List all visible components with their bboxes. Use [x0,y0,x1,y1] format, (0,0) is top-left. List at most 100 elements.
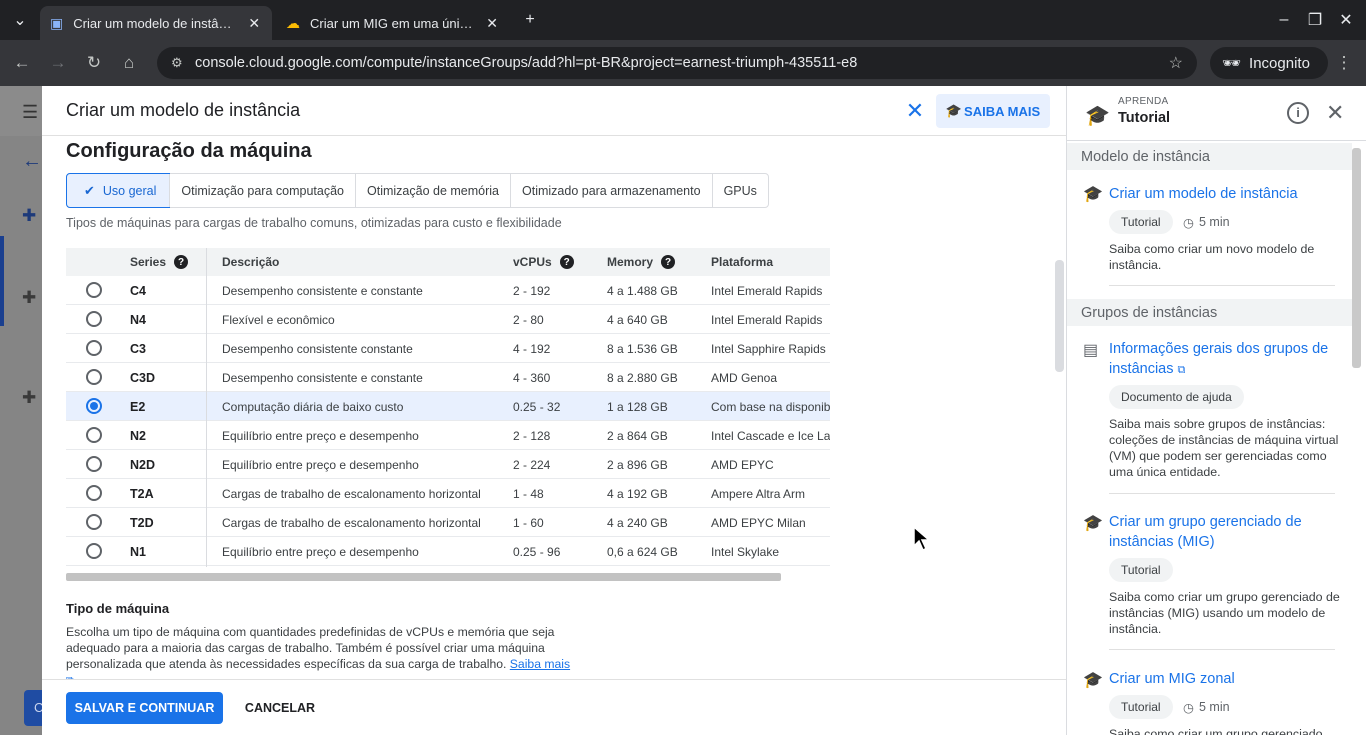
panel-scrollbar[interactable] [1352,148,1361,368]
instance-template-icon[interactable]: ✚ [22,288,40,307]
tab-label: Otimização de memória [367,183,499,198]
table-row[interactable]: N1 Equilíbrio entre preço e desempenho 0.2… [66,537,830,566]
cancel-button[interactable]: CANCELAR [238,692,322,724]
series-radio[interactable] [86,369,102,385]
url-bar[interactable]: ⚙ console.cloud.google.com/compute/insta… [157,47,1197,79]
site-info-icon[interactable]: ⚙ [171,55,187,71]
browser-tab-active[interactable]: ▣ Criar um modelo de instância ✕ [40,6,272,40]
bookmark-star-icon[interactable]: ☆ [1169,53,1183,73]
close-tab-icon[interactable]: ✕ [484,15,500,32]
reload-icon[interactable]: ↻ [82,51,106,75]
tab-compute-optimized[interactable]: Otimização para computação [169,174,355,207]
cell-memory: 4 a 192 GB [607,487,668,501]
browser-tab[interactable]: ☁ Criar um MIG em uma única zona ✕ [276,6,510,40]
help-icon[interactable]: ? [174,255,189,269]
series-radio[interactable] [86,311,102,327]
tab-title: Criar um MIG em uma única zona [310,15,476,31]
instance-group-icon[interactable]: ✚ [22,206,40,225]
table-row[interactable]: T2A Cargas de trabalho de escalonamento h… [66,479,830,508]
series-radio[interactable] [86,456,102,472]
back-arrow-icon[interactable]: ← [10,51,34,75]
tab-gpus[interactable]: GPUs [711,174,768,207]
family-description: Tipos de máquinas para cargas de trabalh… [66,216,562,230]
table-horizontal-scrollbar[interactable] [66,573,781,581]
tutorial-link[interactable]: Criar um modelo de instância [1109,184,1339,204]
console-sidebar-dimmed: ← ✚ ✚ ✚ [0,136,42,735]
item-description: Saiba como criar um grupo gerenciado [1109,727,1323,735]
home-icon[interactable]: ⌂ [117,51,141,75]
dialog-scrollbar[interactable] [1055,260,1064,372]
clock-icon: ◷ [1183,216,1194,230]
close-panel-icon[interactable]: ✕ [1326,100,1344,126]
forward-arrow-icon[interactable]: → [46,51,70,75]
new-tab-icon[interactable]: + [518,8,542,32]
divider [1109,285,1335,286]
header-label: Descrição [222,255,280,269]
cell-memory: 2 a 864 GB [607,429,668,443]
tab-search-icon[interactable]: ⌄ [8,8,32,32]
series-radio[interactable] [86,282,102,298]
incognito-badge[interactable]: 🕶 Incognito [1210,47,1328,79]
machine-family-tabs: ✔ Uso geral Otimização para computação O… [66,173,769,208]
panel-label: APRENDA [1118,96,1169,107]
close-window-icon[interactable]: ✕ [1334,8,1358,32]
table-row[interactable]: N2 Equilíbrio entre preço e desempenho 2 -… [66,421,830,450]
url-text: console.cloud.google.com/compute/instanc… [195,55,858,71]
cell-platform: AMD EPYC Milan [711,516,806,530]
cell-vcpus: 1 - 48 [513,487,544,501]
series-name: C3D [130,371,156,385]
table-row[interactable]: E2 Computação diária de baixo custo 0.25 -… [66,392,830,421]
cell-vcpus: 2 - 80 [513,313,544,327]
back-arrow-icon[interactable]: ← [22,150,42,172]
tab-storage-optimized[interactable]: Otimizado para armazenamento [510,174,712,207]
series-radio[interactable] [86,543,102,559]
doc-link[interactable]: Informações gerais dos grupos de instânc… [1109,339,1339,380]
info-icon[interactable]: i [1287,102,1309,124]
cell-memory: 4 a 640 GB [607,313,668,327]
table-row[interactable]: T2D Cargas de trabalho de escalonamento h… [66,508,830,537]
col-vcpus: vCPUs ? [513,255,574,269]
doc-link-label: Informações gerais dos grupos de instânc… [1109,341,1329,377]
help-icon[interactable]: ? [559,255,574,269]
series-radio[interactable] [86,398,102,414]
table-row[interactable]: C3D Desempenho consistente e constante 4 -… [66,363,830,392]
maximize-icon[interactable]: ❐ [1303,8,1327,32]
table-row[interactable]: C3 Desempenho consistente constante 4 - 19… [66,334,830,363]
series-name: T2A [130,487,154,501]
series-radio[interactable] [86,340,102,356]
series-radio[interactable] [86,485,102,501]
external-link-icon: ⧉ [1177,364,1186,376]
cell-vcpus: 2 - 128 [513,429,551,443]
browser-tab-bar: ⌄ ▣ Criar um modelo de instância ✕ ☁ Cri… [0,0,1366,40]
learn-more-link[interactable]: Saiba mais [510,657,570,671]
tab-general-purpose[interactable]: ✔ Uso geral [66,173,171,208]
hamburger-menu-icon[interactable]: ☰ [22,102,38,123]
tab-memory-optimized[interactable]: Otimização de memória [355,174,510,207]
series-radio[interactable] [86,514,102,530]
cell-platform: Com base na disponibilidade [711,400,830,414]
tutorial-link[interactable]: Criar um MIG zonal [1109,669,1339,689]
cell-description: Equilíbrio entre preço e desempenho [222,458,419,472]
incognito-label: Incognito [1249,54,1310,72]
series-name: E2 [130,400,146,414]
browser-menu-icon[interactable]: ⋮ [1332,51,1356,75]
dialog-title: Criar um modelo de instância [66,100,301,120]
learn-more-button[interactable]: 🎓 SAIBA MAIS [936,94,1050,128]
series-radio[interactable] [86,427,102,443]
help-icon[interactable]: ? [661,255,676,269]
table-row[interactable]: N4 Flexível e econômico 2 - 80 4 a 640 GB In… [66,305,830,334]
minimize-icon[interactable]: – [1272,8,1296,32]
header-label: Series [130,255,167,269]
close-tab-icon[interactable]: ✕ [246,15,262,32]
close-dialog-icon[interactable]: ✕ [904,100,926,122]
cell-description: Equilíbrio entre preço e desempenho [222,429,419,443]
address-bar-row: ← → ↻ ⌂ ⚙ console.cloud.google.com/compu… [0,40,1366,86]
dialog-header: Criar um modelo de instância ✕ 🎓 SAIBA M… [42,86,1066,136]
tutorial-link[interactable]: Criar um grupo gerenciado de instâncias … [1109,512,1339,552]
save-and-continue-button[interactable]: SALVAR E CONTINUAR [66,692,223,724]
divider [1109,649,1335,650]
table-row[interactable]: N2D Equilíbrio entre preço e desempenho 2 … [66,450,830,479]
table-row[interactable]: C4 Desempenho consistente e constante 2 - … [66,276,830,305]
incognito-icon: 🕶 [1222,55,1242,72]
sole-tenant-icon[interactable]: ✚ [22,388,40,407]
